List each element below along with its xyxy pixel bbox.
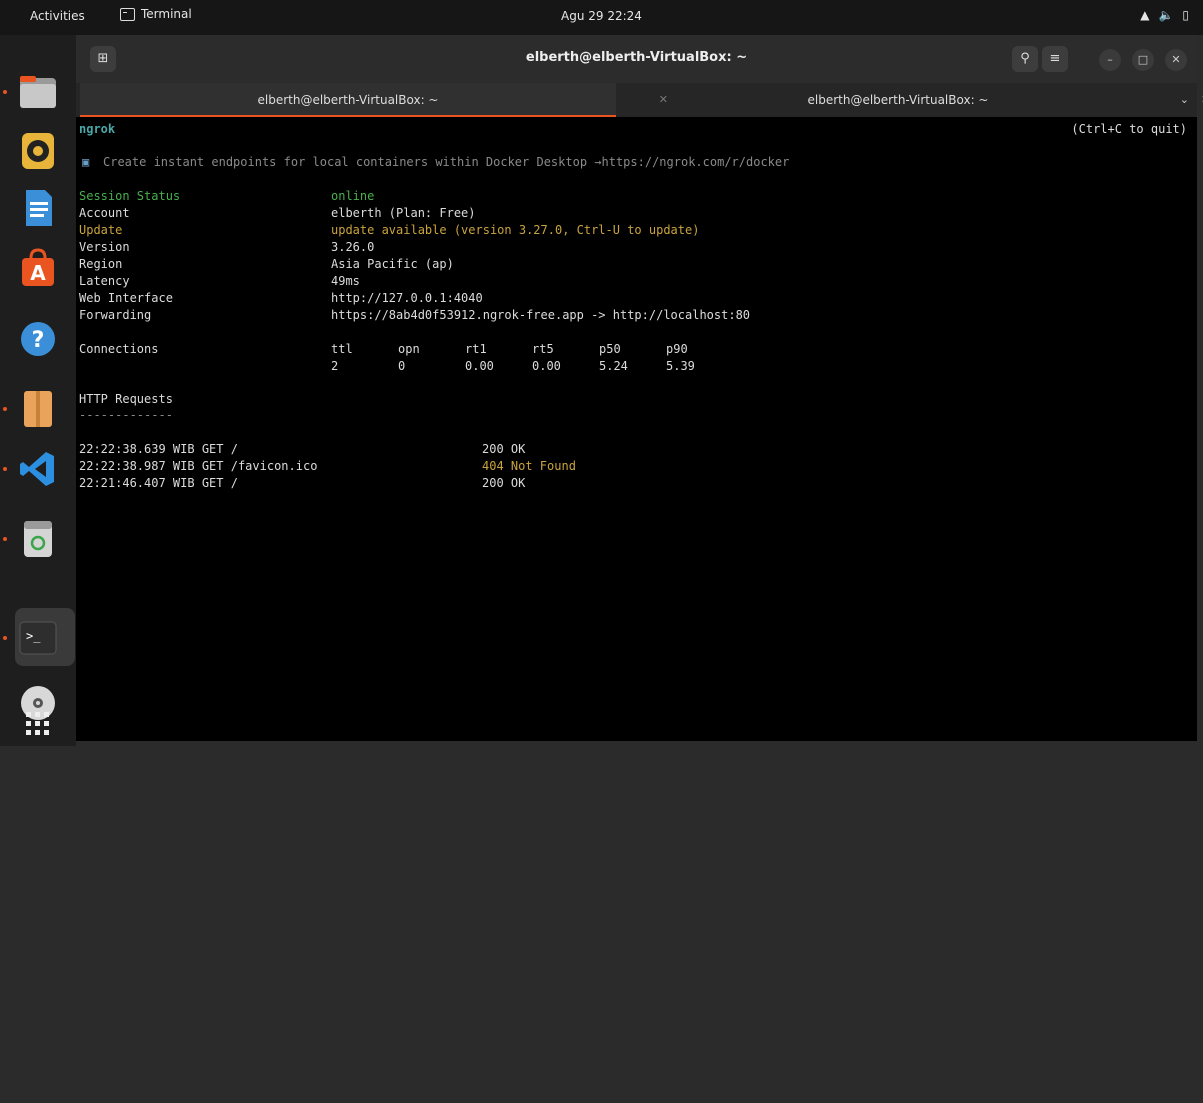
conn-value: 0.00 <box>465 359 494 373</box>
dock-running-dot <box>3 636 7 640</box>
terminal-output[interactable]: ngrok (Ctrl+C to quit) ▣ Create instant … <box>76 117 1197 741</box>
minimize-button[interactable]: – <box>1099 49 1121 71</box>
app-grid-icon <box>26 712 49 735</box>
dock-running-dot <box>3 467 7 471</box>
maximize-button[interactable]: □ <box>1132 49 1154 71</box>
volume-icon: 🔈 <box>1158 8 1174 22</box>
tab-label: elberth@elberth-VirtualBox: ~ <box>257 93 439 107</box>
conn-value: 5.39 <box>666 359 695 373</box>
top-bar: Activities Terminal Agu 29 22:24 ▲ 🔈 ▯ <box>0 0 1203 35</box>
conn-value: 0 <box>398 359 406 373</box>
request-line: 22:22:38.987 WIB GET /favicon.ico <box>79 459 318 473</box>
conn-header: ttl <box>331 342 353 356</box>
dock-trash[interactable] <box>18 519 58 559</box>
field-value[interactable]: http://127.0.0.1:4040 <box>331 290 483 307</box>
tab-bar: elberth@elberth-VirtualBox: ~ ✕ elberth@… <box>76 83 1203 117</box>
dock-running-dot <box>3 90 7 94</box>
conn-value: 2 <box>331 359 339 373</box>
field-key: Account <box>79 206 130 220</box>
field-value: online <box>331 189 375 203</box>
close-icon: ✕ <box>1171 53 1181 66</box>
conn-value: 5.24 <box>599 359 628 373</box>
hamburger-icon: ≡ <box>1049 51 1061 66</box>
dock-software[interactable]: A <box>18 248 58 288</box>
close-button[interactable]: ✕ <box>1165 49 1187 71</box>
field-key: Forwarding <box>79 308 152 322</box>
help-icon: ? <box>21 322 55 356</box>
request-status: 404 Not Found <box>482 459 576 473</box>
vscode-icon <box>20 452 54 486</box>
ngrok-title: ngrok <box>79 122 116 136</box>
search-button[interactable]: ⚲ <box>1012 46 1038 72</box>
network-icon: ▲ <box>1140 8 1150 22</box>
field-key: Web Interface <box>79 291 173 305</box>
field-key: Update <box>79 223 123 237</box>
field-value: Asia Pacific (ap) <box>331 257 454 271</box>
package-icon <box>24 391 52 427</box>
dock-vscode[interactable] <box>18 449 58 489</box>
minimize-icon: – <box>1107 53 1113 66</box>
svg-text:?: ? <box>32 328 45 353</box>
docker-banner: Create instant endpoints for local conta… <box>103 155 790 169</box>
quit-hint: (Ctrl+C to quit) <box>1071 122 1187 136</box>
spacer2 <box>18 639 58 679</box>
title-bar[interactable]: ⊞ elberth@elberth-VirtualBox: ~ ⚲ ≡ – □ … <box>76 35 1197 83</box>
dock-running-dot <box>3 407 7 411</box>
svg-text:A: A <box>30 261 46 285</box>
dock-help[interactable]: ? <box>18 319 58 359</box>
shopping-bag-icon: A <box>22 248 54 286</box>
dock-archive[interactable] <box>18 389 58 429</box>
battery-icon: ▯ <box>1182 8 1189 22</box>
folder-icon <box>20 76 56 108</box>
conn-header: rt1 <box>465 342 487 356</box>
document-icon <box>26 190 52 226</box>
show-apps-button[interactable] <box>22 708 54 740</box>
tab-1[interactable]: elberth@elberth-VirtualBox: ~ ✕ <box>80 83 668 117</box>
menu-button[interactable]: ≡ <box>1042 46 1068 72</box>
tabs-dropdown-icon[interactable]: ⌄ <box>1180 93 1189 106</box>
terminal-window: ⊞ elberth@elberth-VirtualBox: ~ ⚲ ≡ – □ … <box>76 35 1203 741</box>
dock-writer[interactable] <box>18 188 58 228</box>
http-requests-label: HTTP Requests <box>79 392 173 406</box>
conn-header: rt5 <box>532 342 554 356</box>
field-value: update available (version 3.27.0, Ctrl-U… <box>331 223 700 237</box>
field-key: Version <box>79 240 130 254</box>
maximize-icon: □ <box>1137 53 1149 66</box>
tab-2[interactable]: elberth@elberth-VirtualBox: ~ ✕ <box>618 83 1203 117</box>
conn-value: 0.00 <box>532 359 561 373</box>
field-value[interactable]: https://8ab4d0f53912.ngrok-free.app -> h… <box>331 307 750 324</box>
dock-rhythmbox[interactable] <box>18 131 58 171</box>
dock: A ? >_ <box>0 35 76 746</box>
request-line: 22:22:38.639 WIB GET / <box>79 442 238 456</box>
field-key: Region <box>79 257 123 271</box>
trash-icon <box>24 521 52 557</box>
connections-label: Connections <box>79 342 159 356</box>
dock-running-dot <box>3 537 7 541</box>
field-key: Latency <box>79 274 130 288</box>
tab-label: elberth@elberth-VirtualBox: ~ <box>807 93 989 107</box>
conn-header: p50 <box>599 342 621 356</box>
request-status: 200 OK <box>482 476 526 490</box>
search-icon: ⚲ <box>1020 51 1030 66</box>
speaker-icon <box>22 133 54 169</box>
system-tray[interactable]: ▲ 🔈 ▯ <box>1140 8 1189 22</box>
http-requests-separator: ------------- <box>79 408 173 422</box>
conn-header: opn <box>398 342 420 356</box>
field-key: Session Status <box>79 189 181 203</box>
clock[interactable]: Agu 29 22:24 <box>0 9 1203 23</box>
request-line: 22:21:46.407 WIB GET / <box>79 476 238 490</box>
request-status: 200 OK <box>482 442 526 456</box>
conn-header: p90 <box>666 342 688 356</box>
field-value: 3.26.0 <box>331 240 375 254</box>
dock-files[interactable] <box>18 72 58 112</box>
field-value: 49ms <box>331 274 360 288</box>
field-value: elberth (Plan: Free) <box>331 206 476 220</box>
docker-whale-icon: ▣ <box>82 155 90 169</box>
